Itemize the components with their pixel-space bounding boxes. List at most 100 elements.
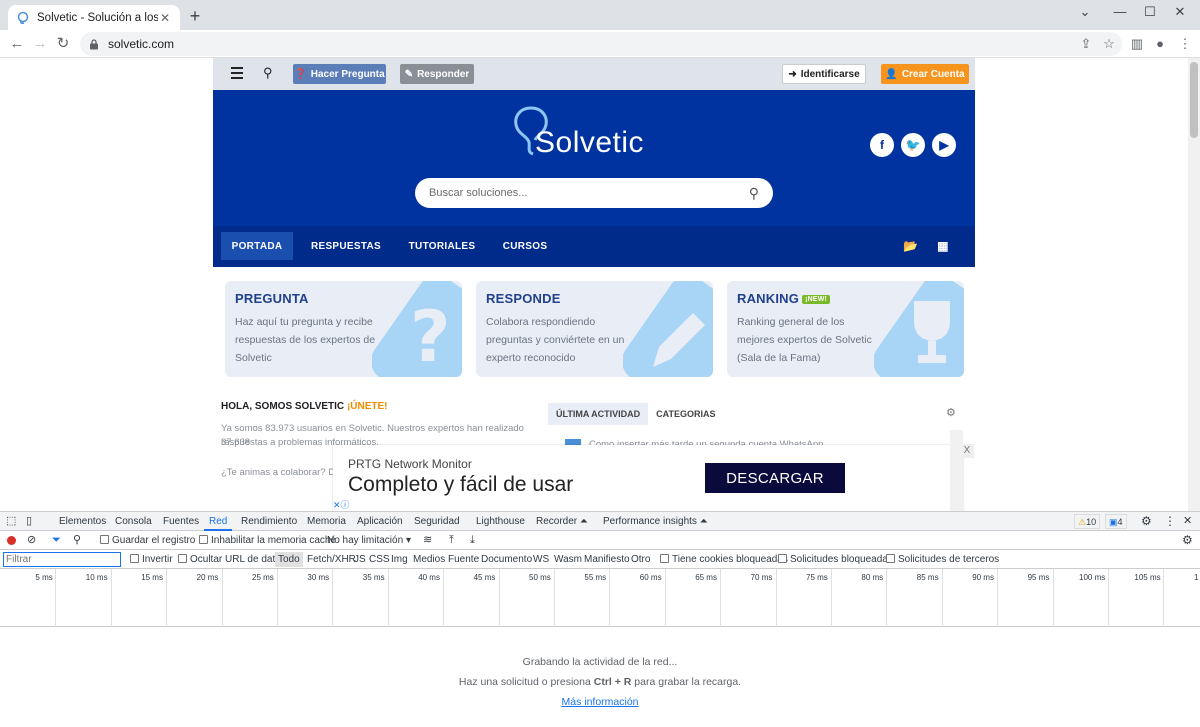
ask-question-button[interactable]: ❓ Hacer Pregunta xyxy=(293,64,386,84)
tab-memoria[interactable]: Memoria xyxy=(307,512,346,531)
filter-documento[interactable]: Documento xyxy=(481,550,532,569)
folder-icon[interactable]: 📂 xyxy=(899,232,923,260)
card-responde[interactable]: RESPONDE Colabora respondiendo preguntas… xyxy=(476,281,713,377)
filter-todo[interactable]: Todo xyxy=(275,552,303,567)
menu-kebab-icon[interactable]: ⋮ xyxy=(1176,35,1194,53)
checkbox[interactable] xyxy=(199,535,208,544)
bookmark-star-icon[interactable]: ☆ xyxy=(1100,35,1118,53)
filter-img[interactable]: Img xyxy=(391,550,408,569)
more-kebab-icon[interactable]: ⋮ xyxy=(1164,512,1176,531)
blocked-cookies-checkbox[interactable]: Tiene cookies bloqueadas xyxy=(660,550,788,569)
checkbox[interactable] xyxy=(178,554,187,563)
disable-cache-checkbox[interactable]: Inhabilitar la memoria caché xyxy=(199,531,336,550)
checkbox[interactable] xyxy=(100,535,109,544)
clear-icon[interactable]: ⊘ xyxy=(27,531,36,550)
preserve-log-checkbox[interactable]: Guardar el registro xyxy=(100,531,195,550)
network-settings-icon[interactable]: ⚙ xyxy=(1182,531,1193,550)
search-icon[interactable]: ⚲ xyxy=(73,531,81,550)
tab-ultima-actividad[interactable]: ÚLTIMA ACTIVIDAD xyxy=(548,403,649,425)
new-tab-icon[interactable]: + xyxy=(186,7,204,25)
checkbox[interactable] xyxy=(886,554,895,563)
tab-search-icon[interactable]: ⌄ xyxy=(1070,3,1100,21)
ad-scrollbar[interactable] xyxy=(950,430,963,511)
search-icon[interactable]: ⚲ xyxy=(749,185,759,202)
profile-icon[interactable]: ● xyxy=(1151,35,1169,53)
filter-medios[interactable]: Medios xyxy=(413,550,445,569)
filter-manifiesto[interactable]: Manifiesto xyxy=(584,550,630,569)
tab-consola[interactable]: Consola xyxy=(115,512,152,531)
blocked-requests-checkbox[interactable]: Solicitudes bloqueadas xyxy=(778,550,893,569)
nav-portada[interactable]: PORTADA xyxy=(221,232,293,260)
forward-icon[interactable]: → xyxy=(31,35,49,53)
twitter-icon[interactable]: 🐦 xyxy=(901,133,925,157)
device-toolbar-icon[interactable]: ▯ xyxy=(26,512,32,531)
filter-css[interactable]: CSS xyxy=(369,550,390,569)
login-button[interactable]: ➜ Identificarse xyxy=(782,64,866,84)
side-panel-icon[interactable]: ▥ xyxy=(1128,35,1146,53)
ad-cta-button[interactable]: DESCARGAR xyxy=(705,463,845,493)
ad-banner[interactable]: PRTG Network Monitor Completo y fácil de… xyxy=(333,444,974,511)
filter-wasm[interactable]: Wasm xyxy=(554,550,582,569)
answer-button[interactable]: ✎ Responder xyxy=(400,64,474,84)
network-conditions-icon[interactable]: ≋ xyxy=(423,531,432,550)
inspect-element-icon[interactable]: ⬚ xyxy=(6,512,16,531)
card-ranking[interactable]: RANKING ¡NEW! Ranking general de los mejo… xyxy=(727,281,964,377)
site-search-input[interactable]: Buscar soluciones... ⚲ xyxy=(415,178,773,208)
record-icon[interactable] xyxy=(7,536,16,545)
tab-rendimiento[interactable]: Rendimiento xyxy=(241,512,297,531)
tab-red[interactable]: Red xyxy=(204,512,233,531)
adchoices-icon[interactable]: ✕ⓘ xyxy=(333,498,350,511)
filter-ws[interactable]: WS xyxy=(533,550,549,569)
tab-fuentes[interactable]: Fuentes xyxy=(163,512,199,531)
page-scrollbar[interactable] xyxy=(1188,58,1200,511)
tab-lighthouse[interactable]: Lighthouse xyxy=(476,512,525,531)
nav-tutoriales[interactable]: TUTORIALES xyxy=(401,232,483,260)
join-link[interactable]: ¡ÚNETE! xyxy=(347,401,388,412)
close-window-icon[interactable]: ✕ xyxy=(1165,3,1195,21)
maximize-icon[interactable]: ☐ xyxy=(1135,3,1165,21)
filter-otro[interactable]: Otro xyxy=(631,550,650,569)
hamburger-menu-icon[interactable] xyxy=(231,67,243,79)
search-icon[interactable]: ⚲ xyxy=(263,65,273,81)
third-party-checkbox[interactable]: Solicitudes de terceros xyxy=(886,550,999,569)
invert-checkbox[interactable]: Invertir xyxy=(130,550,173,569)
hide-data-urls-checkbox[interactable]: Ocultar URL de datos xyxy=(178,550,286,569)
tab-performance-insights[interactable]: Performance insights ⏶ xyxy=(603,512,708,531)
tab-elementos[interactable]: Elementos xyxy=(59,512,106,531)
network-timeline[interactable]: 5 ms 10 ms 15 ms 20 ms 25 ms 30 ms 35 ms 40 ms 4… xyxy=(0,569,1200,627)
filter-icon[interactable]: ⏷ xyxy=(52,531,61,550)
filter-input[interactable]: Filtrar xyxy=(3,552,121,567)
settings-gear-icon[interactable]: ⚙ xyxy=(946,406,956,419)
register-button[interactable]: 👤 Crear Cuenta xyxy=(881,64,969,84)
tab-seguridad[interactable]: Seguridad xyxy=(414,512,460,531)
reload-icon[interactable]: ↻ xyxy=(54,35,72,53)
nav-respuestas[interactable]: RESPUESTAS xyxy=(303,232,389,260)
scrollbar-thumb[interactable] xyxy=(1190,62,1198,138)
facebook-icon[interactable]: f xyxy=(870,133,894,157)
more-info-link[interactable]: Más información xyxy=(561,696,638,708)
youtube-icon[interactable]: ▶ xyxy=(932,133,956,157)
share-icon[interactable]: ⇪ xyxy=(1077,35,1095,53)
back-icon[interactable]: ← xyxy=(8,35,26,53)
import-har-icon[interactable]: ⤒ xyxy=(449,531,454,550)
settings-gear-icon[interactable]: ⚙ xyxy=(1141,512,1152,531)
filter-js[interactable]: JS xyxy=(354,550,366,569)
card-pregunta[interactable]: ? PREGUNTA Haz aquí tu pregunta y recibe… xyxy=(225,281,462,377)
tab-categorias[interactable]: CATEGORIAS xyxy=(648,403,723,425)
warnings-badge[interactable]: ⚠10 xyxy=(1074,514,1101,529)
address-bar[interactable]: solvetic.com xyxy=(80,32,1122,56)
checkbox[interactable] xyxy=(660,554,669,563)
messages-badge[interactable]: ▣4 xyxy=(1105,514,1127,529)
minimize-icon[interactable]: — xyxy=(1105,3,1135,21)
throttling-select[interactable]: No hay limitación ▾ xyxy=(327,531,411,550)
close-devtools-icon[interactable]: ✕ xyxy=(1183,512,1192,531)
nav-cursos[interactable]: CURSOS xyxy=(495,232,555,260)
browser-tab[interactable]: Solvetic - Solución a los problem ✕ xyxy=(8,5,180,30)
close-tab-icon[interactable]: ✕ xyxy=(158,11,172,25)
filter-fetch-xhr[interactable]: Fetch/XHR xyxy=(307,550,356,569)
export-har-icon[interactable]: ⤓ xyxy=(470,531,475,550)
calendar-icon[interactable]: ▦ xyxy=(931,232,955,260)
checkbox[interactable] xyxy=(130,554,139,563)
tab-recorder[interactable]: Recorder ⏶ xyxy=(536,512,588,531)
tab-aplicacion[interactable]: Aplicación xyxy=(357,512,403,531)
